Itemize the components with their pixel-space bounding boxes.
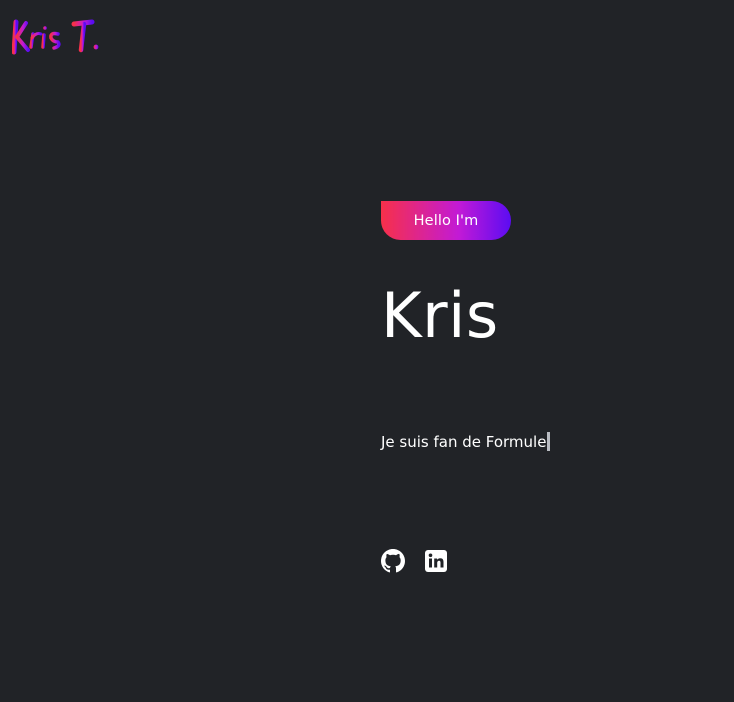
linkedin-icon xyxy=(425,550,447,572)
typed-text: Je suis fan de Formule xyxy=(381,432,547,451)
greeting-badge: Hello I'm xyxy=(381,201,511,240)
github-link[interactable] xyxy=(381,549,405,573)
logo-link[interactable] xyxy=(12,14,104,58)
typing-cursor xyxy=(547,432,551,451)
logo-image xyxy=(12,19,99,55)
typed-tagline: Je suis fan de Formule xyxy=(381,432,551,451)
hero-name: Kris xyxy=(381,279,499,352)
linkedin-link[interactable] xyxy=(424,549,448,573)
social-links xyxy=(381,549,448,573)
github-icon xyxy=(381,549,405,573)
